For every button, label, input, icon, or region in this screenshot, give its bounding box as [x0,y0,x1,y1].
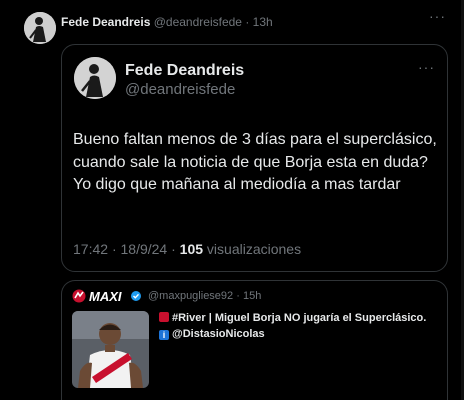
quoted-tweet-footer: 17:42 · 18/9/24 · 105 visualizaciones [73,241,301,257]
outer-author-handle[interactable]: @deandreisfede [154,15,242,29]
views-label: visualizaciones [206,241,302,257]
info-emoji-icon: i [159,330,169,340]
embedded-tweet-card[interactable]: MAXI @maxpugliese92 · 15h #River | Migue… [61,280,448,400]
outer-time[interactable]: 13h [253,15,273,29]
outer-more-icon[interactable]: ··· [429,8,446,24]
embedded-headline[interactable]: #River | Miguel Borja NO jugaría el Supe… [172,312,426,324]
embedded-separator: · [236,290,240,302]
quoted-author-name[interactable]: Fede Deandreis [125,62,244,80]
embedded-handle[interactable]: @maxpugliese92 [148,290,233,302]
quoted-tweet-text: Bueno faltan menos de 3 días para el sup… [73,131,437,193]
embedded-time[interactable]: 15h [243,290,261,302]
outer-separator: · [245,15,250,29]
embedded-media-thumbnail[interactable] [72,311,149,388]
quoted-tweet-date[interactable]: 18/9/24 [121,241,168,257]
maxi-logo-text: MAXI [89,289,122,304]
quoted-author-handle[interactable]: @deandreisfede [125,81,235,98]
maxi-logo[interactable]: MAXI [72,288,142,304]
quoted-tweet-time[interactable]: 17:42 [73,241,108,257]
embedded-text-line-1: #River | Miguel Borja NO jugaría el Supe… [159,312,426,324]
outer-tweet-header: Fede Deandreis @deandreisfede · 13h [61,15,273,29]
quoted-more-icon[interactable]: ··· [418,59,435,75]
embedded-header: @maxpugliese92 · 15h [148,290,261,302]
footer-separator: · [171,241,176,257]
embedded-text-line-2: i @DistasioNicolas [159,328,265,340]
quoted-tweet-card[interactable]: Fede Deandreis @deandreisfede ··· Bueno … [61,44,448,272]
views-count[interactable]: 105 [180,241,203,257]
footer-separator: · [111,241,117,257]
river-emoji-icon [159,312,169,322]
embedded-mention[interactable]: @DistasioNicolas [172,328,265,340]
outer-author-name[interactable]: Fede Deandreis [61,15,150,29]
quoted-author-avatar[interactable] [74,57,116,99]
outer-author-avatar[interactable] [24,12,56,44]
